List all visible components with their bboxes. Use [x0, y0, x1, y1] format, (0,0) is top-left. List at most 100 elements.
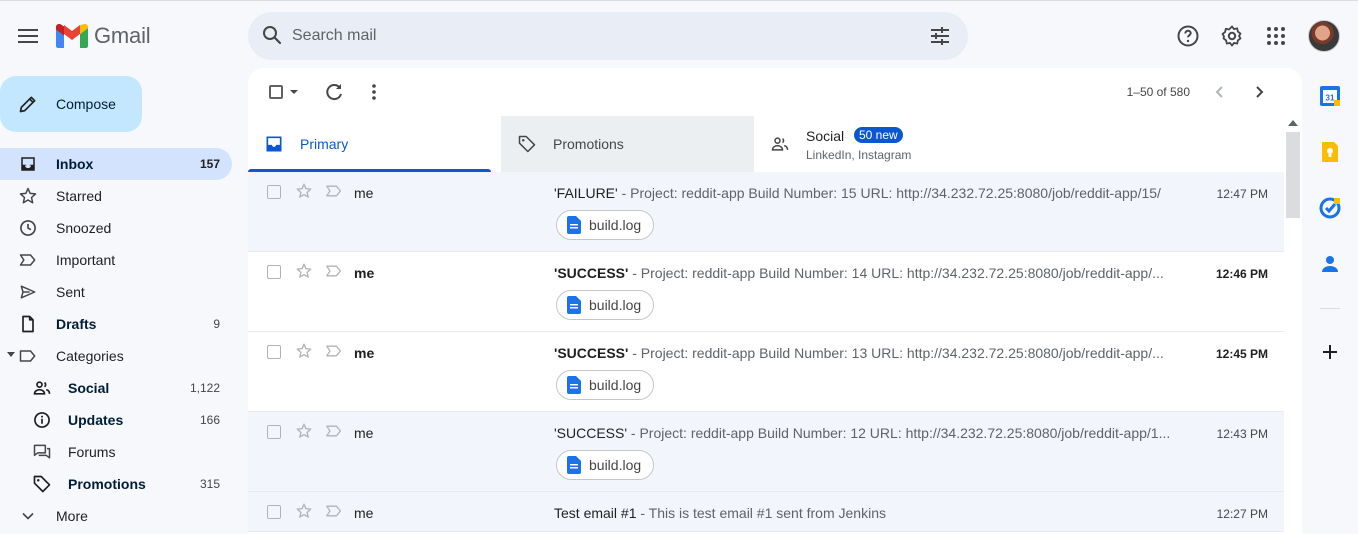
document-icon	[567, 216, 581, 234]
sidebar-item-snoozed[interactable]: Snoozed	[0, 212, 232, 244]
add-addon-plus-icon[interactable]	[1318, 340, 1342, 364]
star-icon[interactable]	[295, 262, 313, 280]
sidebar-item-label: Social	[68, 380, 110, 396]
important-marker-icon[interactable]	[326, 504, 342, 518]
email-row[interactable]: me 'SUCCESS' - Project: reddit-app Build…	[248, 332, 1284, 412]
email-row[interactable]: me 'SUCCESS' - Project: reddit-app Build…	[248, 412, 1284, 492]
important-marker-icon	[18, 250, 38, 270]
document-icon	[567, 456, 581, 474]
important-marker-icon[interactable]	[326, 424, 342, 438]
tag-icon	[518, 135, 536, 153]
scrollbar-thumb[interactable]	[1286, 132, 1300, 218]
tab-sublabel: LinkedIn, Instagram	[806, 148, 912, 162]
help-icon[interactable]	[1176, 24, 1200, 48]
email-subject-line: 'SUCCESS' - Project: reddit-app Build Nu…	[554, 345, 1179, 361]
important-marker-icon[interactable]	[326, 264, 342, 278]
search-input[interactable]	[292, 24, 892, 48]
email-snippet: - Project: reddit-app Build Number: 14 U…	[628, 265, 1164, 281]
expand-caret-icon[interactable]	[7, 352, 15, 357]
star-icon[interactable]	[295, 342, 313, 360]
select-all-checkbox[interactable]	[264, 80, 288, 104]
row-checkbox[interactable]	[267, 505, 281, 519]
settings-gear-icon[interactable]	[1220, 24, 1244, 48]
google-keep-icon[interactable]	[1318, 140, 1342, 164]
row-checkbox[interactable]	[267, 185, 281, 199]
sidebar-item-forums[interactable]: Forums	[0, 436, 232, 468]
attachment-chip[interactable]: build.log	[556, 450, 655, 480]
sidebar-item-categories[interactable]: Categories	[0, 340, 232, 372]
sidebar-item-label: Updates	[68, 412, 124, 428]
important-marker-icon[interactable]	[326, 344, 342, 358]
sidebar-item-label: Important	[56, 252, 116, 268]
google-tasks-icon[interactable]	[1318, 196, 1342, 220]
people-icon	[32, 378, 52, 398]
attachment-chip[interactable]: build.log	[556, 370, 655, 400]
refresh-icon[interactable]	[322, 80, 346, 104]
tab-primary[interactable]: Primary	[248, 116, 501, 172]
email-row[interactable]: me Test email #1 - This is test email #1…	[248, 492, 1284, 532]
account-avatar[interactable]	[1308, 20, 1340, 52]
sidebar-item-label: Snoozed	[56, 220, 112, 236]
older-chevron-right-icon[interactable]	[1247, 80, 1271, 104]
tab-social[interactable]: Social 50 new LinkedIn, Instagram	[754, 116, 1007, 172]
top-border	[0, 0, 1358, 4]
forum-icon	[32, 442, 52, 462]
star-icon[interactable]	[295, 502, 313, 520]
email-subject: 'SUCCESS'	[554, 265, 629, 281]
email-row[interactable]: me 'SUCCESS' - Project: reddit-app Build…	[248, 252, 1284, 332]
sidebar-item-important[interactable]: Important	[0, 244, 232, 276]
star-icon[interactable]	[295, 422, 313, 440]
tab-label: Promotions	[553, 136, 624, 152]
draft-file-icon	[18, 314, 38, 334]
sidebar-item-drafts[interactable]: Drafts 9	[0, 308, 232, 340]
email-list: me 'FAILURE' - Project: reddit-app Build…	[248, 172, 1284, 532]
row-checkbox[interactable]	[267, 265, 281, 279]
gmail-logo[interactable]: Gmail	[56, 22, 151, 50]
sidebar-item-sent[interactable]: Sent	[0, 276, 232, 308]
email-subject: 'SUCCESS'	[554, 425, 628, 441]
email-time: 12:46 PM	[1215, 267, 1268, 281]
gmail-m-icon	[56, 24, 88, 48]
email-subject-line: 'SUCCESS' - Project: reddit-app Build Nu…	[554, 265, 1179, 281]
sidebar-item-label: More	[56, 508, 88, 524]
email-subject-line: 'SUCCESS' - Project: reddit-app Build Nu…	[554, 425, 1179, 441]
search-bar[interactable]	[248, 12, 968, 60]
google-calendar-icon[interactable]: 31	[1318, 84, 1342, 108]
email-sender: me	[354, 425, 374, 441]
attachment-chip[interactable]: build.log	[556, 210, 655, 240]
sidebar-item-updates[interactable]: Updates 166	[0, 404, 232, 436]
tab-promotions[interactable]: Promotions	[501, 116, 754, 172]
document-icon	[567, 296, 581, 314]
more-vert-icon[interactable]	[362, 80, 386, 104]
attachment-chip[interactable]: build.log	[556, 290, 655, 320]
sidebar-item-inbox[interactable]: Inbox 157	[0, 148, 232, 180]
select-dropdown-icon[interactable]	[288, 80, 300, 104]
sidebar-item-social[interactable]: Social 1,122	[0, 372, 232, 404]
compose-button[interactable]: Compose	[0, 76, 142, 132]
row-checkbox[interactable]	[267, 425, 281, 439]
main-menu-icon[interactable]	[16, 26, 40, 46]
star-icon[interactable]	[295, 182, 313, 200]
google-apps-icon[interactable]	[1264, 24, 1288, 48]
row-checkbox[interactable]	[267, 345, 281, 359]
email-row[interactable]: me 'FAILURE' - Project: reddit-app Build…	[248, 172, 1284, 252]
google-contacts-icon[interactable]	[1318, 252, 1342, 276]
pagination-range: 1–50 of 580	[1126, 85, 1190, 99]
scroll-up-arrow-icon[interactable]	[1288, 120, 1298, 126]
email-subject-line: Test email #1 - This is test email #1 se…	[554, 505, 1179, 521]
email-subject: Test email #1	[554, 505, 637, 521]
search-icon[interactable]	[260, 23, 284, 47]
attachment-name: build.log	[589, 297, 642, 313]
category-tabs: Primary Promotions Social 50 new LinkedI…	[248, 116, 1284, 172]
clock-icon	[18, 218, 38, 238]
sidebar-item-promotions[interactable]: Promotions 315	[0, 468, 232, 500]
email-time: 12:45 PM	[1215, 347, 1268, 361]
list-scrollbar[interactable]	[1284, 116, 1302, 534]
sidebar-item-more[interactable]: More	[0, 500, 232, 532]
label-icon	[18, 346, 38, 366]
search-options-icon[interactable]	[928, 24, 952, 48]
newer-chevron-left-icon[interactable]	[1208, 80, 1232, 104]
important-marker-icon[interactable]	[326, 184, 342, 198]
sidebar-item-starred[interactable]: Starred	[0, 180, 232, 212]
people-icon	[771, 137, 789, 151]
